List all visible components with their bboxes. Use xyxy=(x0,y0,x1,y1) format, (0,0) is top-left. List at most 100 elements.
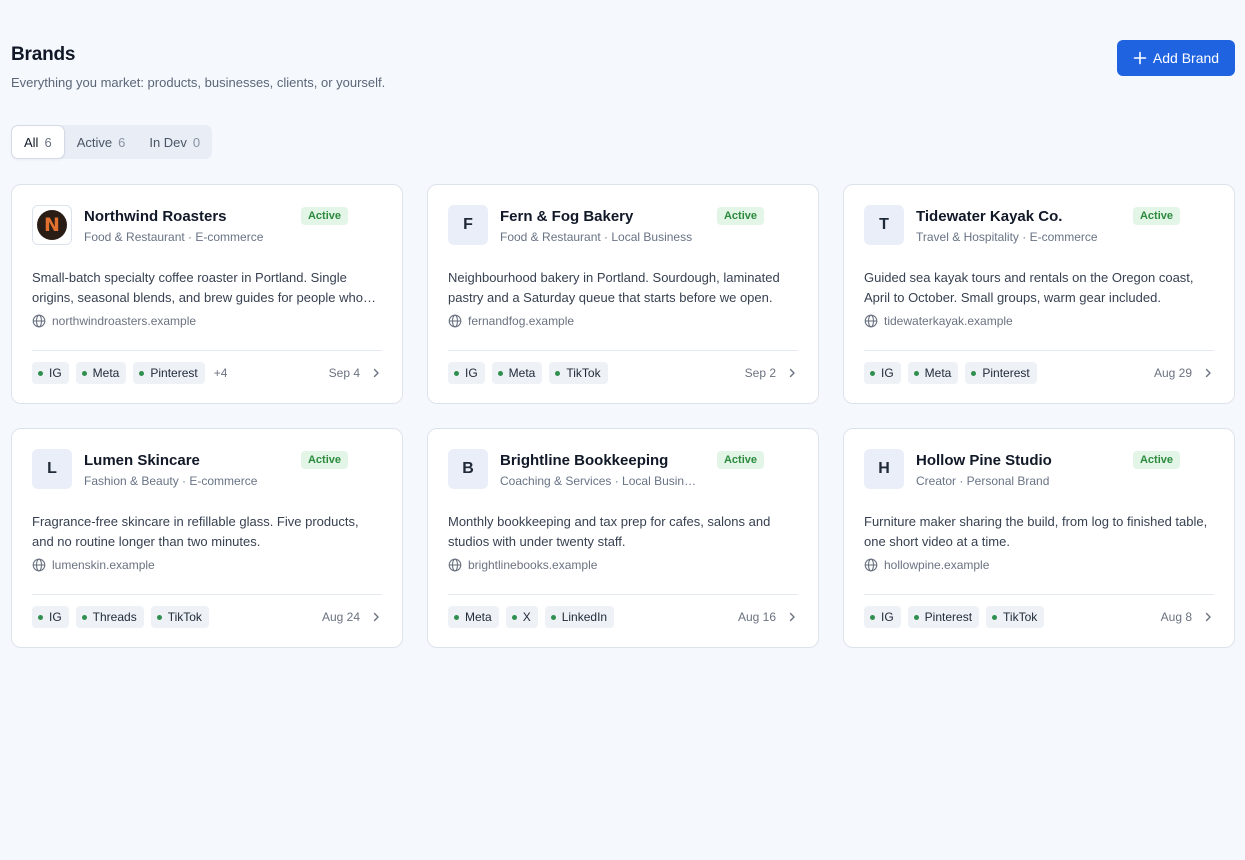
card-footer: IG Pinterest TikTok Aug 8 xyxy=(864,606,1214,628)
status-dot-icon xyxy=(139,370,145,376)
status-dot-icon xyxy=(550,614,556,620)
website-url: northwindroasters.example xyxy=(52,314,197,328)
card-header: H Hollow Pine Studio Active Creator · Pe… xyxy=(864,449,1214,491)
chevron-right-icon[interactable] xyxy=(370,367,382,379)
title-row: Tidewater Kayak Co. Active xyxy=(916,206,1214,225)
brand-card-5[interactable]: B Brightline Bookkeeping Active Coaching… xyxy=(427,428,819,648)
brand-avatar: T xyxy=(864,205,904,245)
tab-in-dev[interactable]: In Dev 0 xyxy=(137,125,212,159)
channel-label: Pinterest xyxy=(924,610,973,624)
brand-card-6[interactable]: H Hollow Pine Studio Active Creator · Pe… xyxy=(843,428,1235,648)
more-channels-count: +4 xyxy=(213,366,228,380)
card-header: N Northwind Roasters Active Food & Resta… xyxy=(32,205,382,247)
page-subtitle: Everything you market: products, busines… xyxy=(11,75,386,90)
brand-avatar: B xyxy=(448,449,488,489)
title-row: Brightline Bookkeeping Active xyxy=(500,450,798,469)
card-divider xyxy=(864,594,1214,595)
channel-chip: Pinterest xyxy=(965,362,1037,384)
channel-label: Pinterest xyxy=(982,366,1030,380)
card-heading: Hollow Pine Studio Active Creator · Pers… xyxy=(916,449,1214,488)
channel-list: IG Meta TikTok xyxy=(448,362,608,384)
brand-description: Small-batch specialty coffee roaster in … xyxy=(32,270,363,305)
status-dot-icon xyxy=(38,370,43,376)
channel-chip: IG xyxy=(448,362,485,384)
channel-label: IG xyxy=(49,366,62,380)
filter-tabs: All 6 Active 6 In Dev 0 xyxy=(11,125,213,159)
status-dot-icon xyxy=(870,370,875,376)
card-divider xyxy=(864,350,1214,351)
tab-count: 0 xyxy=(192,134,201,150)
brand-website: northwindroasters.example xyxy=(32,314,382,328)
website-url: tidewaterkayak.example xyxy=(884,314,1013,328)
card-footer: IG Meta Pinterest +4 Sep 4 xyxy=(32,362,382,384)
brand-card-3[interactable]: T Tidewater Kayak Co. Active Travel & Ho… xyxy=(843,184,1235,404)
date-area: Sep 4 xyxy=(329,366,382,380)
brand-grid: N Northwind Roasters Active Food & Resta… xyxy=(11,184,1235,648)
globe-icon xyxy=(864,558,878,572)
channel-chip: Pinterest xyxy=(907,606,980,628)
brand-description: Monthly bookkeeping and tax prep for caf… xyxy=(448,514,771,549)
brand-category: Coaching & Services · Local Business xyxy=(500,474,702,488)
plus-icon xyxy=(1133,51,1147,65)
chevron-right-icon[interactable] xyxy=(1202,367,1214,379)
title-row: Lumen Skincare Active xyxy=(84,450,382,469)
channel-chip: Meta xyxy=(448,606,499,628)
chevron-right-icon[interactable] xyxy=(370,611,382,623)
tab-label: In Dev xyxy=(149,134,187,150)
chevron-right-icon[interactable] xyxy=(786,367,798,379)
tab-active[interactable]: Active 6 xyxy=(65,125,138,159)
brand-description: Guided sea kayak tours and rentals on th… xyxy=(864,270,1194,305)
channel-label: Meta xyxy=(465,610,492,624)
status-dot-icon xyxy=(497,370,503,376)
channel-chip: IG xyxy=(32,606,69,628)
brand-name: Hollow Pine Studio xyxy=(916,452,1052,469)
channel-label: Pinterest xyxy=(150,366,198,380)
channel-label: TikTok xyxy=(1003,610,1038,624)
globe-icon xyxy=(448,558,462,572)
card-divider xyxy=(448,594,798,595)
channel-label: LinkedIn xyxy=(561,610,608,624)
card-heading: Lumen Skincare Active Fashion & Beauty ·… xyxy=(84,449,382,488)
date-area: Aug 29 xyxy=(1154,366,1214,380)
website-url: lumenskin.example xyxy=(52,558,155,572)
brand-card-4[interactable]: L Lumen Skincare Active Fashion & Beauty… xyxy=(11,428,403,648)
brand-website: hollowpine.example xyxy=(864,558,1214,572)
status-badge: Active xyxy=(716,206,764,225)
brand-card-1[interactable]: N Northwind Roasters Active Food & Resta… xyxy=(11,184,403,404)
channel-chip: TikTok xyxy=(150,606,209,628)
channel-label: IG xyxy=(881,366,894,380)
chevron-right-icon[interactable] xyxy=(786,611,798,623)
chevron-right-icon[interactable] xyxy=(1202,611,1214,623)
status-dot-icon xyxy=(156,614,162,620)
brand-name: Tidewater Kayak Co. xyxy=(916,208,1063,225)
brand-website: fernandfog.example xyxy=(448,314,798,328)
channel-list: IG Threads TikTok xyxy=(32,606,209,628)
website-url: fernandfog.example xyxy=(468,314,575,328)
brand-name: Fern & Fog Bakery xyxy=(500,208,634,225)
channel-label: Threads xyxy=(92,610,137,624)
tab-all[interactable]: All 6 xyxy=(11,125,65,159)
channel-label: Meta xyxy=(92,366,120,380)
website-url: hollowpine.example xyxy=(884,558,990,572)
channel-label: Meta xyxy=(508,366,536,380)
brand-website: tidewaterkayak.example xyxy=(864,314,1214,328)
brand-category: Travel & Hospitality · E-commerce xyxy=(916,230,1098,244)
card-header: T Tidewater Kayak Co. Active Travel & Ho… xyxy=(864,205,1214,247)
channel-list: IG Meta Pinterest +4 xyxy=(32,362,227,384)
card-footer: IG Threads TikTok Aug 24 xyxy=(32,606,382,628)
channel-label: IG xyxy=(49,610,62,624)
status-dot-icon xyxy=(38,614,43,620)
updated-date: Aug 16 xyxy=(737,610,776,624)
globe-icon xyxy=(448,314,462,328)
brand-card-2[interactable]: F Fern & Fog Bakery Active Food & Restau… xyxy=(427,184,819,404)
channel-label: IG xyxy=(465,366,478,380)
add-brand-button[interactable]: Add Brand xyxy=(1117,40,1235,76)
card-heading: Northwind Roasters Active Food & Restaur… xyxy=(84,205,382,244)
title-row: Northwind Roasters Active xyxy=(84,206,382,225)
brand-description: Fragrance-free skincare in refillable gl… xyxy=(32,514,359,549)
brand-logo-mark: N xyxy=(37,210,67,240)
card-heading: Brightline Bookkeeping Active Coaching &… xyxy=(500,449,798,488)
brand-name: Lumen Skincare xyxy=(84,452,200,469)
card-footer: IG Meta Pinterest Aug 29 xyxy=(864,362,1214,384)
brand-name: Brightline Bookkeeping xyxy=(500,452,669,469)
